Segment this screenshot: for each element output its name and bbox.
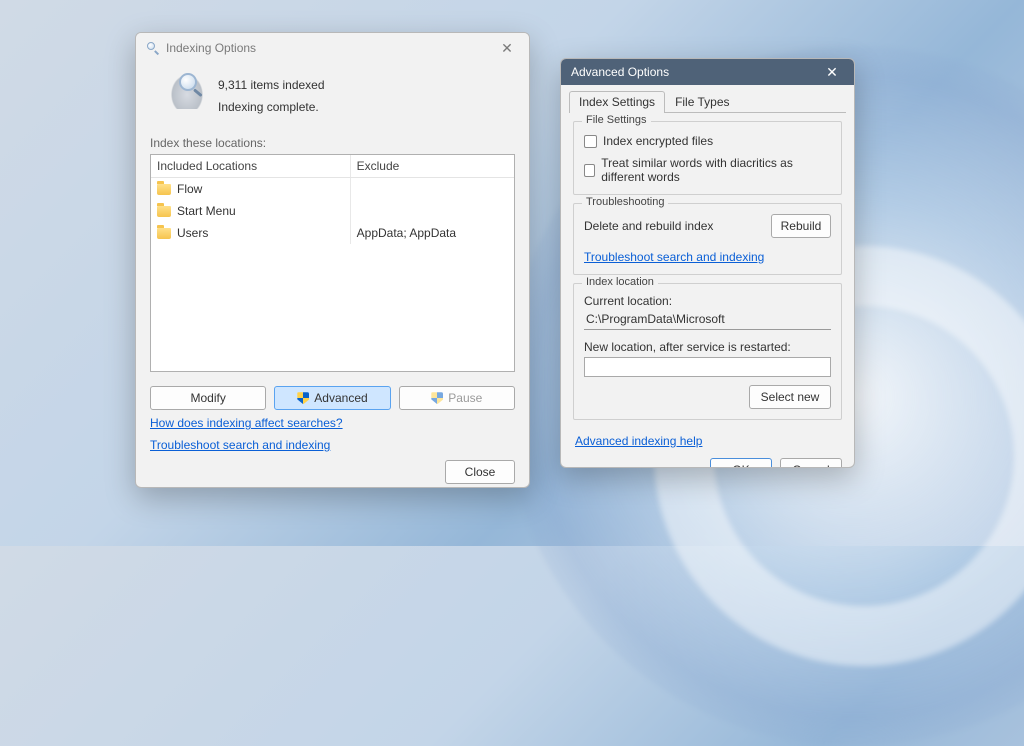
- troubleshoot-link[interactable]: Troubleshoot search and indexing: [150, 438, 330, 452]
- shield-icon: [431, 392, 443, 404]
- search-icon: [146, 41, 160, 55]
- delete-rebuild-label: Delete and rebuild index: [584, 219, 713, 233]
- troubleshooting-legend: Troubleshooting: [582, 196, 668, 208]
- modify-button[interactable]: Modify: [150, 386, 266, 410]
- items-indexed: 9,311 items indexed: [218, 75, 325, 97]
- location-row[interactable]: Flow: [151, 178, 514, 200]
- how-indexing-link[interactable]: How does indexing affect searches?: [150, 416, 343, 430]
- location-exclude: [351, 185, 514, 193]
- index-locations-label: Index these locations:: [150, 136, 515, 150]
- locations-list: Included Locations Exclude Flow Start Me…: [150, 154, 515, 372]
- pause-button[interactable]: Pause: [399, 386, 515, 410]
- troubleshoot-link[interactable]: Troubleshoot search and indexing: [584, 250, 764, 264]
- diacritics-checkbox[interactable]: Treat similar words with diacritics as d…: [584, 156, 831, 184]
- location-name: Flow: [177, 182, 202, 196]
- shield-icon: [297, 392, 309, 404]
- indexing-options-window: Indexing Options ✕ 9,311 items indexed I…: [135, 32, 530, 488]
- advanced-titlebar: Advanced Options ✕: [561, 59, 854, 85]
- advanced-options-window: Advanced Options ✕ Index Settings File T…: [560, 58, 855, 468]
- troubleshooting-group: Troubleshooting Delete and rebuild index…: [573, 203, 842, 275]
- indexing-status: 9,311 items indexed Indexing complete.: [150, 65, 515, 128]
- rebuild-button[interactable]: Rebuild: [771, 214, 831, 238]
- folder-icon: [157, 228, 171, 239]
- tab-file-types[interactable]: File Types: [665, 91, 739, 112]
- current-location-value: C:\ProgramData\Microsoft: [584, 310, 831, 330]
- location-row[interactable]: Start Menu: [151, 200, 514, 222]
- ok-button[interactable]: OK: [710, 458, 772, 468]
- location-exclude: [351, 207, 514, 215]
- close-icon[interactable]: ✕: [818, 62, 846, 82]
- indexing-complete: Indexing complete.: [218, 97, 325, 119]
- tab-index-settings[interactable]: Index Settings: [569, 91, 665, 112]
- close-button[interactable]: Close: [445, 460, 515, 484]
- column-header-included[interactable]: Included Locations: [151, 155, 351, 177]
- advanced-help-link[interactable]: Advanced indexing help: [575, 434, 702, 448]
- location-row[interactable]: Users AppData; AppData: [151, 222, 514, 244]
- location-exclude: AppData; AppData: [351, 222, 514, 244]
- current-location-label: Current location:: [584, 294, 831, 308]
- indexing-status-icon: [168, 71, 206, 109]
- file-settings-legend: File Settings: [582, 114, 651, 126]
- new-location-input[interactable]: [584, 357, 831, 377]
- index-encrypted-checkbox[interactable]: Index encrypted files: [584, 134, 831, 148]
- index-location-legend: Index location: [582, 276, 658, 288]
- folder-icon: [157, 206, 171, 217]
- indexing-titlebar: Indexing Options ✕: [136, 33, 529, 63]
- location-name: Start Menu: [177, 204, 236, 218]
- cancel-button[interactable]: Cancel: [780, 458, 842, 468]
- folder-icon: [157, 184, 171, 195]
- advanced-title: Advanced Options: [571, 65, 669, 79]
- indexing-title: Indexing Options: [166, 41, 256, 55]
- select-new-button[interactable]: Select new: [749, 385, 831, 409]
- location-name: Users: [177, 226, 208, 240]
- index-location-group: Index location Current location: C:\Prog…: [573, 283, 842, 420]
- file-settings-group: File Settings Index encrypted files Trea…: [573, 121, 842, 195]
- column-header-exclude[interactable]: Exclude: [351, 155, 514, 177]
- new-location-label: New location, after service is restarted…: [584, 340, 831, 354]
- close-icon[interactable]: ✕: [493, 38, 521, 58]
- advanced-button[interactable]: Advanced: [274, 386, 390, 410]
